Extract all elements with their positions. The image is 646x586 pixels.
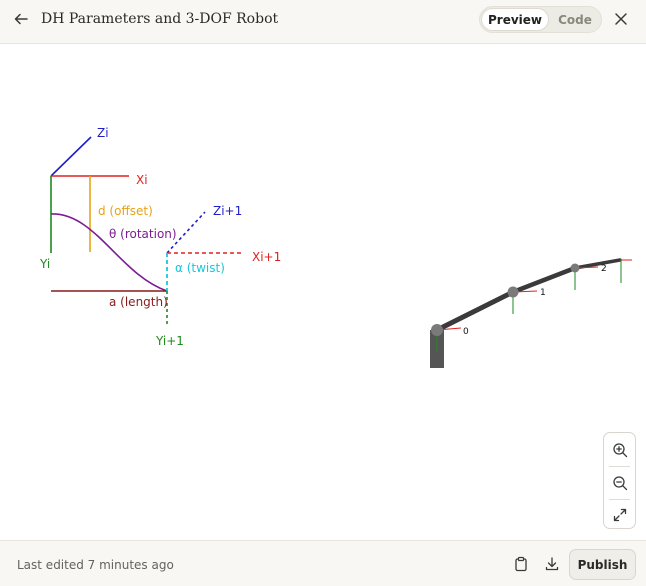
- zoom-out-button[interactable]: [604, 467, 635, 499]
- preview-canvas: Zi Xi Yi d (offset) θ (rotation) Zi+1 Xi…: [0, 45, 646, 539]
- tab-code[interactable]: Code: [550, 9, 600, 30]
- tab-preview[interactable]: Preview: [482, 9, 548, 30]
- expand-icon: [613, 508, 626, 522]
- fit-view-button[interactable]: [604, 499, 635, 531]
- view-toggle: Preview Code: [479, 6, 602, 33]
- dh-diagram-svg: Zi Xi Yi d (offset) θ (rotation) Zi+1 Xi…: [39, 126, 632, 368]
- joint-label-2: 2: [601, 264, 607, 274]
- label-xi1: Xi+1: [252, 250, 281, 264]
- download-icon: [545, 557, 559, 571]
- joint-label-0: 0: [463, 327, 469, 337]
- label-length: a (length): [109, 295, 168, 309]
- label-xi: Xi: [136, 173, 148, 187]
- label-zi: Zi: [97, 126, 109, 140]
- publish-button[interactable]: Publish: [569, 549, 636, 580]
- rotation-curve: [50, 213, 168, 292]
- close-button[interactable]: [610, 8, 632, 30]
- zoom-controls: [603, 432, 636, 529]
- clipboard-icon: [515, 556, 527, 572]
- label-zi1: Zi+1: [213, 204, 242, 218]
- close-icon: [615, 13, 627, 25]
- robot-link-1: [434, 289, 516, 333]
- label-yi1: Yi+1: [155, 334, 184, 348]
- zoom-in-button[interactable]: [604, 434, 635, 466]
- label-yi: Yi: [39, 257, 50, 271]
- robot-joint-2: [570, 263, 580, 273]
- label-twist: α (twist): [175, 261, 225, 275]
- robot-joint-1: [507, 286, 519, 298]
- robot-joint-0: [431, 324, 443, 336]
- copy-button[interactable]: [511, 554, 531, 574]
- joint-label-1: 1: [540, 288, 546, 298]
- arrow-left-icon: [14, 13, 28, 25]
- back-button[interactable]: [10, 8, 32, 30]
- last-edited-status: Last edited 7 minutes ago: [17, 558, 174, 572]
- download-button[interactable]: [542, 554, 562, 574]
- zoom-in-icon: [612, 443, 627, 458]
- label-rotation: θ (rotation): [109, 227, 177, 241]
- zi-axis: [50, 136, 92, 177]
- label-offset: d (offset): [98, 204, 153, 218]
- artifact-header: DH Parameters and 3-DOF Robot Preview Co…: [0, 0, 646, 44]
- artifact-footer: Last edited 7 minutes ago Publish: [0, 540, 646, 586]
- page-title: DH Parameters and 3-DOF Robot: [41, 11, 279, 27]
- robot-arm: 0 1 2: [430, 258, 632, 368]
- zoom-out-icon: [612, 476, 627, 491]
